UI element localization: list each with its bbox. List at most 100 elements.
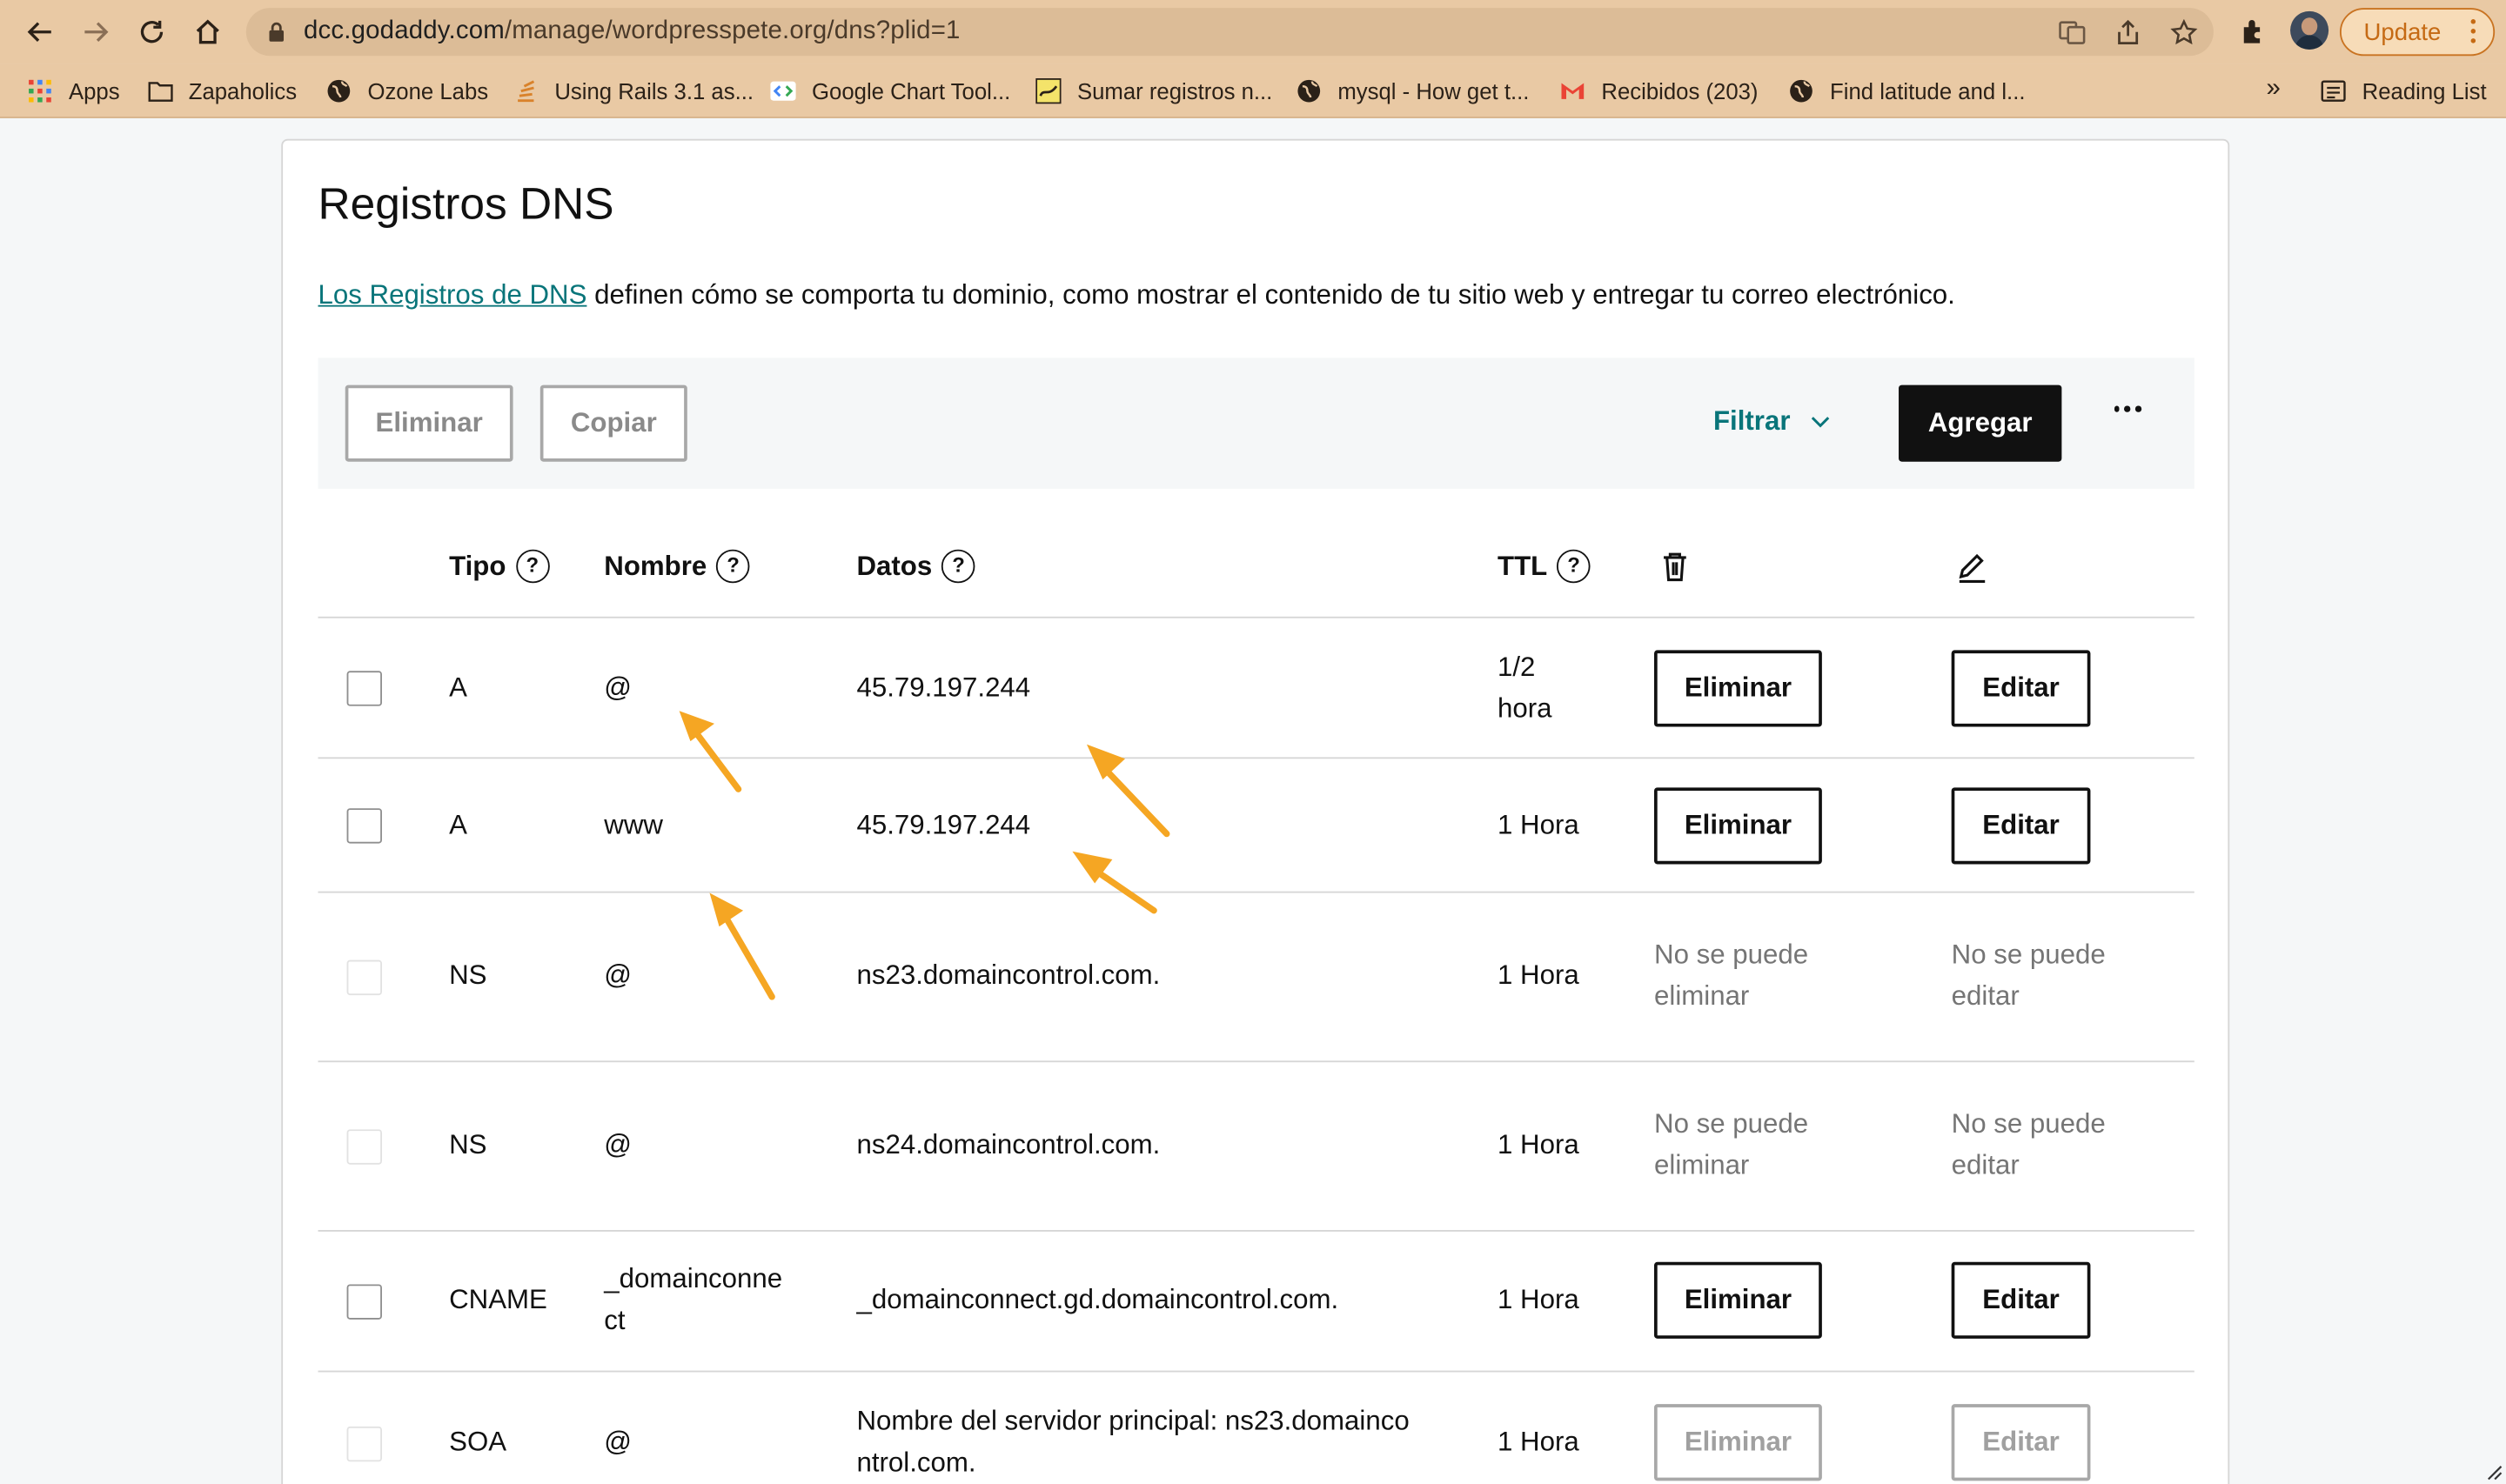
- reload-icon: [140, 20, 164, 43]
- annotation-arrow-icon: [709, 892, 775, 1000]
- edit-record-button[interactable]: Editar: [1951, 650, 2091, 727]
- stack-icon: [513, 78, 539, 104]
- help-icon[interactable]: ?: [941, 549, 975, 584]
- globe-icon: [1297, 78, 1322, 104]
- help-icon[interactable]: ?: [716, 549, 750, 584]
- chevron-down-icon: [1812, 417, 1830, 428]
- record-ttl: 1 Hora: [1498, 810, 1579, 840]
- bookmark-label: Using Rails 3.1 as...: [554, 77, 754, 104]
- reading-list-icon: [2321, 78, 2346, 104]
- trash-icon: [1664, 552, 1686, 582]
- record-data: 45.79.197.244: [856, 672, 1031, 704]
- reading-list-label: Reading List: [2362, 77, 2487, 104]
- record-data: ns24.domaincontrol.com.: [856, 1129, 1161, 1160]
- filter-label: Filtrar: [1712, 405, 1791, 437]
- filter-dropdown[interactable]: Filtrar: [1713, 405, 1832, 438]
- bookmark-google-chart[interactable]: Google Chart Tool...: [770, 72, 1010, 110]
- pencil-icon: [1959, 553, 1986, 584]
- column-header-name: Nombre?: [604, 549, 750, 584]
- extensions-puzzle-icon[interactable]: [2236, 15, 2271, 50]
- row-checkbox: [346, 1129, 382, 1165]
- cannot-edit-text: No se puede editar: [1951, 939, 2106, 1012]
- bookmark-find-latitude[interactable]: Find latitude and l...: [1788, 72, 2025, 110]
- address-bar[interactable]: dcc.godaddy.com/manage/wordpresspete.org…: [245, 8, 2214, 57]
- more-options-icon[interactable]: [2111, 405, 2143, 438]
- resize-grip-icon[interactable]: [2487, 1465, 2503, 1481]
- bulk-copy-button[interactable]: Copiar: [539, 384, 687, 462]
- record-type: CNAME: [449, 1284, 547, 1315]
- browser-toolbar: dcc.godaddy.com/manage/wordpresspete.org…: [0, 0, 2506, 64]
- kebab-menu-icon: [2470, 19, 2477, 44]
- cannot-delete-text: No se puede eliminar: [1654, 1108, 1809, 1181]
- reload-button[interactable]: [132, 13, 171, 51]
- gmail-icon: [1560, 78, 1585, 104]
- edit-record-button[interactable]: Editar: [1951, 1261, 2091, 1339]
- reading-list-button[interactable]: Reading List: [2321, 72, 2487, 110]
- record-name: @: [604, 1426, 632, 1457]
- bookmark-zapaholics[interactable]: Zapaholics: [147, 72, 297, 110]
- translate-icon[interactable]: [2055, 16, 2087, 48]
- record-ttl: 1 Hora: [1498, 959, 1579, 991]
- bookmark-sumar-registros[interactable]: Sumar registros n...: [1035, 72, 1272, 110]
- bookmark-label: Apps: [68, 77, 120, 104]
- record-type: A: [449, 672, 467, 704]
- page-description: Los Registros de DNS definen cómo se com…: [318, 279, 1955, 311]
- forward-button[interactable]: [77, 13, 115, 51]
- record-name: @: [604, 959, 632, 991]
- add-record-button[interactable]: Agregar: [1899, 384, 2062, 462]
- bookmark-label: Recibidos (203): [1601, 77, 1759, 104]
- page-title: Registros DNS: [318, 178, 614, 229]
- table-row: SOA @ Nombre del servidor principal: ns2…: [318, 1372, 2194, 1484]
- bookmark-label: Zapaholics: [188, 77, 298, 104]
- update-button[interactable]: Update: [2339, 8, 2496, 57]
- bookmarks-bar: Apps Zapaholics Ozone Labs Using Rails 3…: [0, 64, 2506, 118]
- delete-record-button[interactable]: Eliminar: [1654, 787, 1822, 865]
- bookmark-ozone-labs[interactable]: Ozone Labs: [326, 72, 488, 110]
- bookmark-label: Sumar registros n...: [1076, 77, 1273, 104]
- table-header: Tipo? Nombre? Datos? TTL?: [318, 489, 2194, 618]
- edit-record-button[interactable]: Editar: [1951, 787, 2091, 865]
- back-button[interactable]: [21, 13, 59, 51]
- delete-record-button[interactable]: Eliminar: [1654, 1261, 1822, 1339]
- bookmarks-overflow-button[interactable]: »: [2266, 75, 2280, 104]
- bookmark-label: Ozone Labs: [367, 77, 489, 104]
- column-header-data: Datos?: [856, 549, 975, 584]
- star-icon[interactable]: [2168, 16, 2200, 48]
- record-data: 45.79.197.244: [856, 810, 1031, 840]
- column-header-type: Tipo?: [449, 549, 550, 584]
- help-icon[interactable]: ?: [515, 549, 550, 584]
- folder-icon: [147, 78, 173, 104]
- profile-avatar[interactable]: [2290, 10, 2329, 50]
- url-text: dcc.godaddy.com/manage/wordpresspete.org…: [303, 17, 961, 45]
- annotation-arrow-icon: [1086, 744, 1170, 838]
- record-data: ns23.domaincontrol.com.: [856, 959, 1161, 991]
- update-label: Update: [2363, 18, 2442, 46]
- share-icon[interactable]: [2111, 16, 2143, 48]
- bookmark-mysql[interactable]: mysql - How get t...: [1297, 72, 1530, 110]
- home-button[interactable]: [189, 13, 227, 51]
- arrow-right-icon: [84, 22, 109, 42]
- bulk-delete-button[interactable]: Eliminar: [345, 384, 513, 462]
- delete-record-button[interactable]: Eliminar: [1654, 1404, 1822, 1481]
- dns-records-card: Registros DNS Los Registros de DNS defin…: [281, 138, 2230, 1484]
- home-icon: [196, 19, 219, 44]
- dns-records-link[interactable]: Los Registros de DNS: [318, 279, 587, 310]
- cannot-edit-text: No se puede editar: [1951, 1108, 2106, 1181]
- bookmark-apps[interactable]: Apps: [27, 72, 120, 110]
- row-checkbox[interactable]: [346, 808, 382, 844]
- arrow-left-icon: [27, 22, 51, 42]
- row-checkbox[interactable]: [346, 1284, 382, 1320]
- help-icon[interactable]: ?: [1557, 549, 1591, 584]
- table-row: A www 45.79.197.244 1 Hora Eliminar Edit…: [318, 759, 2194, 893]
- bookmark-using-rails[interactable]: Using Rails 3.1 as...: [513, 72, 754, 110]
- code-icon: [770, 78, 796, 104]
- record-ttl: 1 Hora: [1498, 1129, 1579, 1160]
- globe-icon: [1788, 78, 1813, 104]
- row-checkbox[interactable]: [346, 671, 382, 706]
- row-checkbox: [346, 1426, 382, 1462]
- edit-record-button[interactable]: Editar: [1951, 1404, 2091, 1481]
- delete-record-button[interactable]: Eliminar: [1654, 650, 1822, 727]
- bookmark-recibidos[interactable]: Recibidos (203): [1560, 72, 1759, 110]
- bookmark-label: mysql - How get t...: [1337, 77, 1530, 104]
- page-content: Registros DNS Los Registros de DNS defin…: [0, 119, 2506, 1484]
